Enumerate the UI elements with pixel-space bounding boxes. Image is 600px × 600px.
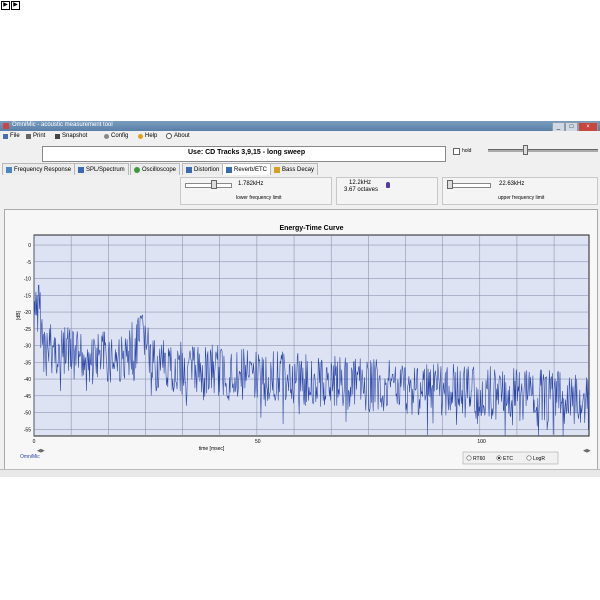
info-text: Use: CD Tracks 3,9,15 - long sweep	[188, 149, 306, 156]
x-tick-label: 50	[255, 439, 261, 445]
radio-dot	[498, 457, 500, 459]
center-panel: 12.2kHz 3.67 octaves	[336, 177, 438, 205]
help-icon	[138, 133, 143, 139]
file-icon	[3, 133, 8, 139]
menu-snapshot[interactable]: Snapshot	[55, 132, 87, 140]
hold-label: hold	[462, 148, 472, 154]
menu-help[interactable]: Help	[138, 132, 157, 140]
tab-distortion[interactable]: Distortion	[182, 163, 224, 175]
step-button[interactable]: ▶	[11, 1, 20, 10]
info-box: Use: CD Tracks 3,9,15 - long sweep	[42, 146, 446, 162]
tab-spl-spectrum[interactable]: SPL/Spectrum	[74, 163, 129, 175]
tab-bar: Frequency Response SPL/Spectrum Oscillos…	[0, 163, 600, 175]
menu-label: Help	[145, 133, 158, 139]
y-tick-label: -15	[24, 293, 31, 299]
brand-label: OmniMic	[20, 454, 40, 460]
menu-file[interactable]: File	[3, 132, 20, 140]
chart-title: Energy-Time Curve	[279, 225, 343, 232]
menu-about[interactable]: About	[166, 132, 190, 140]
lower-frequency-panel: 1.782kHz lower frequency limit	[180, 177, 332, 205]
octaves-value: 3.67 octaves	[344, 187, 379, 193]
y-tick-label: -10	[24, 277, 31, 283]
y-tick-label: -5	[27, 260, 32, 266]
tab-bass-decay[interactable]: Bass Decay	[270, 163, 319, 175]
frequency-icon	[6, 166, 12, 173]
top-slider-thumb[interactable]	[523, 145, 528, 155]
radio-label: RT60	[473, 456, 485, 462]
tab-label: Bass Decay	[282, 166, 315, 173]
scroll-left-icon: ◀▶	[37, 448, 45, 454]
scroll-right-icon: ◀▶	[583, 448, 591, 454]
print-icon	[26, 133, 31, 139]
center-frequency-value: 12.2kHz	[349, 180, 372, 186]
app-logo-icon	[3, 123, 9, 129]
y-tick-label: -30	[24, 344, 31, 350]
radio-label: LogR	[533, 456, 545, 462]
upper-frequency-slider[interactable]	[447, 183, 491, 188]
status-bar	[0, 469, 600, 477]
oscilloscope-icon	[134, 166, 140, 173]
x-tick-label: 100	[477, 439, 486, 445]
camera-icon	[55, 133, 60, 139]
tab-label: Oscilloscope	[142, 166, 177, 173]
radio-rt60[interactable]	[466, 455, 472, 461]
y-tick-label: -40	[24, 377, 31, 383]
y-tick-label: -20	[24, 310, 31, 316]
tab-label: Distortion	[194, 166, 220, 173]
radio-logr[interactable]	[526, 455, 532, 461]
menu-print[interactable]: Print	[26, 132, 45, 140]
menu-config[interactable]: Config	[104, 132, 128, 140]
tab-label: Frequency Response	[14, 166, 72, 173]
bass-decay-icon	[274, 166, 280, 173]
lock-icon[interactable]	[386, 182, 390, 188]
chart-panel: Energy-Time Curve 0 -5 -10 -15 -20 -25 -30 -35 -4…	[4, 209, 598, 471]
upper-frequency-value: 22.63kHz	[499, 181, 525, 187]
top-toolbar-strip: ▶ ▶	[0, 0, 600, 10]
spectrum-icon	[78, 166, 84, 173]
lower-frequency-slider[interactable]	[185, 183, 232, 188]
play-button[interactable]: ▶	[1, 1, 10, 10]
menu-label: File	[10, 133, 20, 139]
tab-oscilloscope[interactable]: Oscilloscope	[130, 163, 181, 175]
window-title: OmniMic - acoustic measurement tool	[12, 122, 113, 128]
upper-frequency-label: upper frequency limit	[498, 195, 545, 201]
hold-checkbox[interactable]	[453, 148, 460, 155]
title-bar: OmniMic - acoustic measurement tool _ □ …	[0, 121, 600, 132]
y-tick-label: -25	[24, 327, 31, 333]
y-axis-label: [dB]	[16, 310, 22, 320]
radio-label: ETC	[503, 456, 513, 462]
tab-label: SPL/Spectrum	[86, 166, 125, 173]
x-tick-label: 0	[33, 439, 36, 445]
tab-label: Reverb/ETC	[234, 166, 268, 173]
y-tick-label: -45	[24, 394, 31, 400]
upper-frequency-thumb[interactable]	[447, 180, 453, 189]
top-slider-track[interactable]	[488, 149, 598, 152]
lower-frequency-thumb[interactable]	[211, 180, 217, 189]
app-window: OmniMic - acoustic measurement tool _ □ …	[0, 121, 600, 477]
lower-frequency-value: 1.782kHz	[238, 181, 264, 187]
menu-label: About	[174, 133, 190, 139]
lower-frequency-label: lower frequency limit	[236, 195, 282, 201]
menu-label: Print	[33, 133, 46, 139]
frequency-controls: 1.782kHz lower frequency limit 12.2kHz 3…	[0, 175, 600, 207]
y-tick-label: 0	[28, 243, 31, 249]
y-tick-label: -50	[24, 411, 31, 417]
upper-frequency-panel: 22.63kHz upper frequency limit	[442, 177, 598, 205]
y-tick-label: -55	[24, 427, 31, 433]
menu-bar: File Print Snapshot Config Help About	[0, 131, 600, 141]
tab-reverb-etc[interactable]: Reverb/ETC	[222, 163, 272, 175]
menu-label: Snapshot	[62, 133, 88, 139]
menu-label: Config	[111, 133, 129, 139]
x-axis-label: time [msec]	[199, 446, 225, 452]
y-tick-label: -35	[24, 360, 31, 366]
info-icon	[166, 133, 172, 139]
reverb-icon	[226, 166, 232, 173]
gear-icon	[104, 133, 109, 139]
distortion-icon	[186, 166, 192, 173]
etc-chart: Energy-Time Curve 0 -5 -10 -15 -20 -25 -30 -35 -4…	[16, 225, 591, 465]
tab-frequency-response[interactable]: Frequency Response	[2, 163, 76, 175]
